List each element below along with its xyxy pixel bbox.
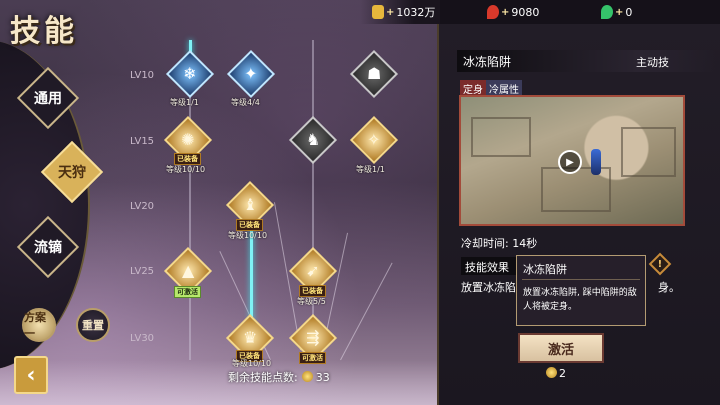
red-gem-currency[interactable]: + 9080 <box>487 4 539 20</box>
add-gold-icon: + <box>386 6 395 18</box>
skill-tooltip: 冰冻陷阱 放置冰冻陷阱, 踩中陷阱的敌人将被定身。 <box>516 255 646 326</box>
wolf-skill-icon: ♝ <box>242 195 258 214</box>
level-label: LV25 <box>130 266 155 277</box>
effect-header: 技能效果 <box>461 257 523 275</box>
activate-button[interactable]: 激活 <box>518 333 604 363</box>
tooltip-title: 冰冻陷阱 <box>523 263 567 276</box>
back-arrow-icon: ‹ <box>26 362 36 388</box>
skill-point-icon <box>301 371 313 382</box>
gold-amount: 1032万 <box>396 6 436 19</box>
skill-type: 主动技 <box>636 56 669 69</box>
level-label: LV10 <box>130 70 155 81</box>
arrow-rain-skill-icon: ➹ <box>306 261 320 280</box>
green-gem-icon <box>601 5 613 19</box>
bird-skill-icon: ✦ <box>244 64 258 83</box>
activatable-badge: 可激活 <box>299 352 326 364</box>
activation-cost: 2 <box>546 367 566 380</box>
green-gem-amount: 0 <box>625 5 633 19</box>
menu-item-label: 天狩 <box>58 165 86 181</box>
level-label: LV20 <box>130 201 155 212</box>
sail-skill-icon: ▲ <box>181 261 195 280</box>
tooltip-body: 放置冰冻陷阱, 踩中陷阱的敌人将被定身。 <box>523 288 637 312</box>
node-level-text: 等级4/4 <box>231 98 260 107</box>
cooldown-text: 冷却时间: 14秒 <box>461 237 538 250</box>
ice-skill-icon: ❄ <box>183 64 197 83</box>
level-label: LV15 <box>130 136 155 147</box>
add-green-gem-icon: + <box>615 6 624 18</box>
remaining-points-label: 剩余技能点数: <box>228 371 298 384</box>
node-level-text: 等级1/1 <box>356 165 385 174</box>
skill-point-icon <box>546 367 557 378</box>
back-button[interactable]: ‹ <box>14 356 48 394</box>
node-level-text: 等级10/10 <box>232 359 272 368</box>
hero-figure <box>591 149 601 175</box>
add-red-gem-icon: + <box>501 6 510 18</box>
focus-skill-icon: ✧ <box>367 130 381 149</box>
activate-label: 激活 <box>547 342 574 358</box>
effect-text: 放置冰冻陷 <box>461 281 516 294</box>
floor-tile <box>541 167 611 212</box>
floor-tile <box>471 117 531 157</box>
triple-arrow-skill-icon: ⇶ <box>306 328 320 347</box>
skill-preview-video[interactable]: ▶ <box>459 95 685 226</box>
red-gem-amount: 9080 <box>511 5 540 19</box>
activatable-badge: 可激活 <box>174 286 201 298</box>
node-level-text: 等级5/5 <box>297 297 326 306</box>
burst-skill-icon: ✺ <box>181 130 195 149</box>
skill-name: 冰冻陷阱 <box>457 50 715 72</box>
node-level-text: 等级10/10 <box>228 231 268 240</box>
play-icon[interactable]: ▶ <box>558 150 582 174</box>
reset-button[interactable]: 重置 <box>76 308 110 342</box>
remaining-points-value: 33 <box>315 371 330 384</box>
effect-text-tail: 身。 <box>658 281 680 294</box>
preset-label: 方案一 <box>24 311 46 340</box>
red-gem-icon <box>487 5 499 19</box>
reset-label: 重置 <box>82 319 104 332</box>
gold-currency[interactable]: + 1032万 <box>372 4 435 20</box>
preset-button[interactable]: 方案一 <box>22 308 56 342</box>
beast-skill-icon: ♞ <box>305 130 321 149</box>
node-level-text: 等级10/10 <box>166 165 206 174</box>
remaining-points: 剩余技能点数: 33 <box>228 369 330 385</box>
node-level-text: 等级1/1 <box>170 98 199 107</box>
level-label: LV30 <box>130 333 155 344</box>
menu-item-label: 通用 <box>34 91 62 107</box>
activation-cost-value: 2 <box>559 367 566 380</box>
menu-item-label: 流镝 <box>34 240 62 256</box>
green-gem-currency[interactable]: + 0 <box>601 4 632 20</box>
gold-ingot-icon <box>372 5 384 19</box>
tooltip-divider <box>522 279 640 280</box>
page-title: 技能 <box>10 14 78 49</box>
floor-tile <box>621 127 676 177</box>
summon-skill-icon: ♛ <box>242 328 258 347</box>
locked-skill-icon: ☗ <box>366 64 382 83</box>
skills-screen: { "title": "技能", "currency": { "gold": "… <box>0 0 720 405</box>
